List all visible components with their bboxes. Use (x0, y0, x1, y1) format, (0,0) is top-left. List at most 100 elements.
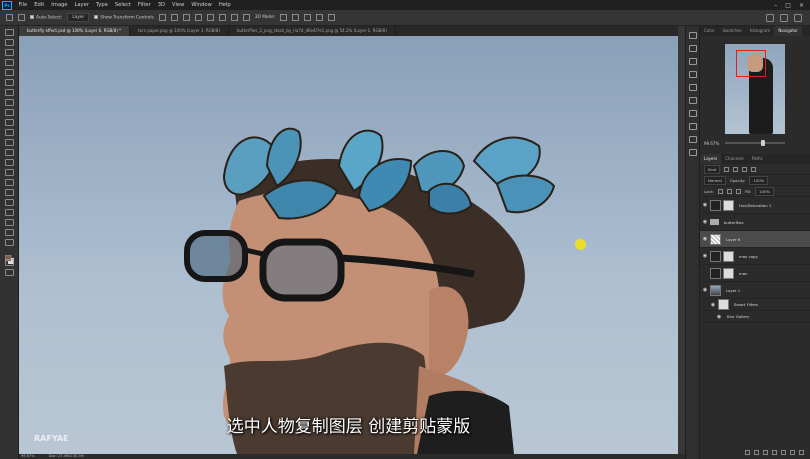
document-canvas[interactable]: RAFYAE 选中人物复制图层 创建剪贴蒙版 (19, 36, 678, 454)
navigator-zoom-value[interactable]: 99.67% (704, 141, 719, 146)
layer-style-icon[interactable] (754, 450, 759, 455)
layer-mask-thumb[interactable] (723, 199, 734, 211)
3d-slide-icon[interactable] (316, 14, 324, 21)
align-middle-icon[interactable] (206, 14, 214, 21)
zoom-tool-icon[interactable] (4, 229, 14, 236)
home-icon[interactable] (6, 14, 13, 21)
path-select-tool-icon[interactable] (4, 199, 14, 206)
tab-navigator[interactable]: Navigator (774, 26, 802, 36)
eye-icon[interactable]: ◉ (700, 236, 710, 242)
menu-image[interactable]: Image (48, 2, 71, 8)
gradient-tool-icon[interactable] (4, 149, 14, 156)
menu-select[interactable]: Select (111, 2, 134, 8)
link-layers-icon[interactable] (745, 450, 750, 455)
rectangle-tool-icon[interactable] (4, 209, 14, 216)
adjustment-layer-icon[interactable] (772, 450, 777, 455)
navigator-zoom-slider[interactable] (725, 140, 786, 146)
properties-icon[interactable] (688, 84, 697, 91)
character-icon[interactable] (688, 110, 697, 117)
eye-icon[interactable]: ◉ (700, 253, 710, 259)
paragraph-icon[interactable] (688, 123, 697, 130)
clone-stamp-tool-icon[interactable] (4, 119, 14, 126)
filter-adjustment-icon[interactable] (733, 166, 739, 172)
tab-swatches[interactable]: Swatches (718, 26, 745, 36)
new-layer-icon[interactable] (790, 450, 795, 455)
menu-edit[interactable]: Edit (31, 2, 48, 8)
eye-icon[interactable]: ◉ (714, 314, 724, 320)
lock-pixels-icon[interactable] (717, 188, 723, 194)
tab-histogram[interactable]: Histogram (746, 26, 775, 36)
status-zoom[interactable]: 99.67% (21, 454, 35, 459)
layer-row-blur-gallery[interactable]: ◉ Blur Gallery (700, 311, 810, 323)
3d-icon[interactable] (688, 71, 697, 78)
pen-tool-icon[interactable] (4, 179, 14, 186)
filter-type-icon[interactable] (742, 166, 748, 172)
minimize-icon[interactable]: – (774, 2, 777, 9)
tab-butterfly-effect[interactable]: butterfly effect.psd @ 100% (Layer 6, RG… (19, 26, 131, 36)
blur-tool-icon[interactable] (4, 159, 14, 166)
menu-view[interactable]: View (169, 2, 188, 8)
frame-tool-icon[interactable] (4, 79, 14, 86)
filter-pixel-icon[interactable] (724, 166, 730, 172)
workspace-icon[interactable] (780, 13, 788, 22)
dodge-tool-icon[interactable] (4, 169, 14, 176)
layer-comps-icon[interactable] (688, 149, 697, 156)
align-left-icon[interactable] (158, 14, 166, 21)
tab-paths[interactable]: Paths (748, 154, 767, 164)
3d-roll-icon[interactable] (292, 14, 300, 21)
layer-row-man[interactable]: man (700, 265, 810, 282)
menu-3d[interactable]: 3D (154, 2, 168, 8)
share-icon[interactable] (794, 13, 802, 22)
menu-filter[interactable]: Filter (134, 2, 154, 8)
auto-select-checkbox[interactable]: Auto-Select: (30, 14, 62, 20)
align-right-icon[interactable] (182, 14, 190, 21)
screen-mode-icon[interactable] (4, 269, 14, 276)
menu-file[interactable]: File (15, 2, 31, 8)
canvas-scrollbar[interactable] (678, 26, 685, 454)
layer-row-hue-saturation[interactable]: ◉ Hue/Saturation 1 (700, 197, 810, 214)
layer-row-man-copy[interactable]: ◉ man copy (700, 248, 810, 265)
add-mask-icon[interactable] (763, 450, 768, 455)
tab-butterflies-stock[interactable]: butterflies_2_png_stock_by_ria7d_d6e4l7e… (229, 26, 396, 36)
marquee-tool-icon[interactable] (4, 39, 14, 46)
color-swatches-icon[interactable] (4, 249, 14, 264)
layer-row-layer-1[interactable]: ◉ Layer 1 (700, 282, 810, 299)
more-options-icon[interactable] (242, 14, 250, 21)
tab-color[interactable]: Color (700, 26, 718, 36)
more-tools-icon[interactable] (4, 239, 14, 246)
healing-brush-tool-icon[interactable] (4, 99, 14, 106)
brush-tool-icon[interactable] (4, 109, 14, 116)
hand-tool-icon[interactable] (4, 219, 14, 226)
layer-mask-thumb[interactable] (723, 267, 734, 279)
history-brush-tool-icon[interactable] (4, 129, 14, 136)
filter-mask-thumb[interactable] (718, 299, 729, 310)
eye-icon[interactable]: ◉ (700, 287, 710, 293)
crop-tool-icon[interactable] (4, 69, 14, 76)
blend-mode-dropdown[interactable]: Normal (704, 175, 726, 185)
layer-filter-dropdown[interactable]: Kind (704, 164, 721, 174)
align-bottom-icon[interactable] (218, 14, 226, 21)
eraser-tool-icon[interactable] (4, 139, 14, 146)
navigator-preview[interactable] (725, 44, 785, 134)
layer-mask-thumb[interactable] (723, 250, 734, 262)
delete-layer-icon[interactable] (799, 450, 804, 455)
filter-shape-icon[interactable] (751, 166, 757, 172)
3d-scale-icon[interactable] (328, 14, 336, 21)
transform-controls-checkbox[interactable]: Show Transform Controls (94, 14, 154, 20)
move-tool-icon[interactable] (4, 29, 14, 36)
eye-icon[interactable]: ◉ (700, 219, 710, 225)
fill-field[interactable]: 100% (755, 186, 775, 196)
history-icon[interactable] (688, 32, 697, 39)
quick-mask-icon[interactable] (4, 259, 14, 266)
tab-torn-paper[interactable]: torn paper.png @ 100% (Layer 1, RGB/8) (130, 26, 229, 36)
align-top-icon[interactable] (194, 14, 202, 21)
lock-all-icon[interactable] (735, 188, 741, 194)
tab-channels[interactable]: Channels (721, 154, 748, 164)
3d-rotate-icon[interactable] (280, 14, 288, 21)
slider-knob[interactable] (761, 140, 766, 146)
layer-row-butterflies[interactable]: ◉ butterflies (700, 214, 810, 231)
menu-layer[interactable]: Layer (71, 2, 92, 8)
menu-window[interactable]: Window (188, 2, 215, 8)
navigator-view-box[interactable] (736, 50, 766, 77)
glyphs-icon[interactable] (688, 136, 697, 143)
